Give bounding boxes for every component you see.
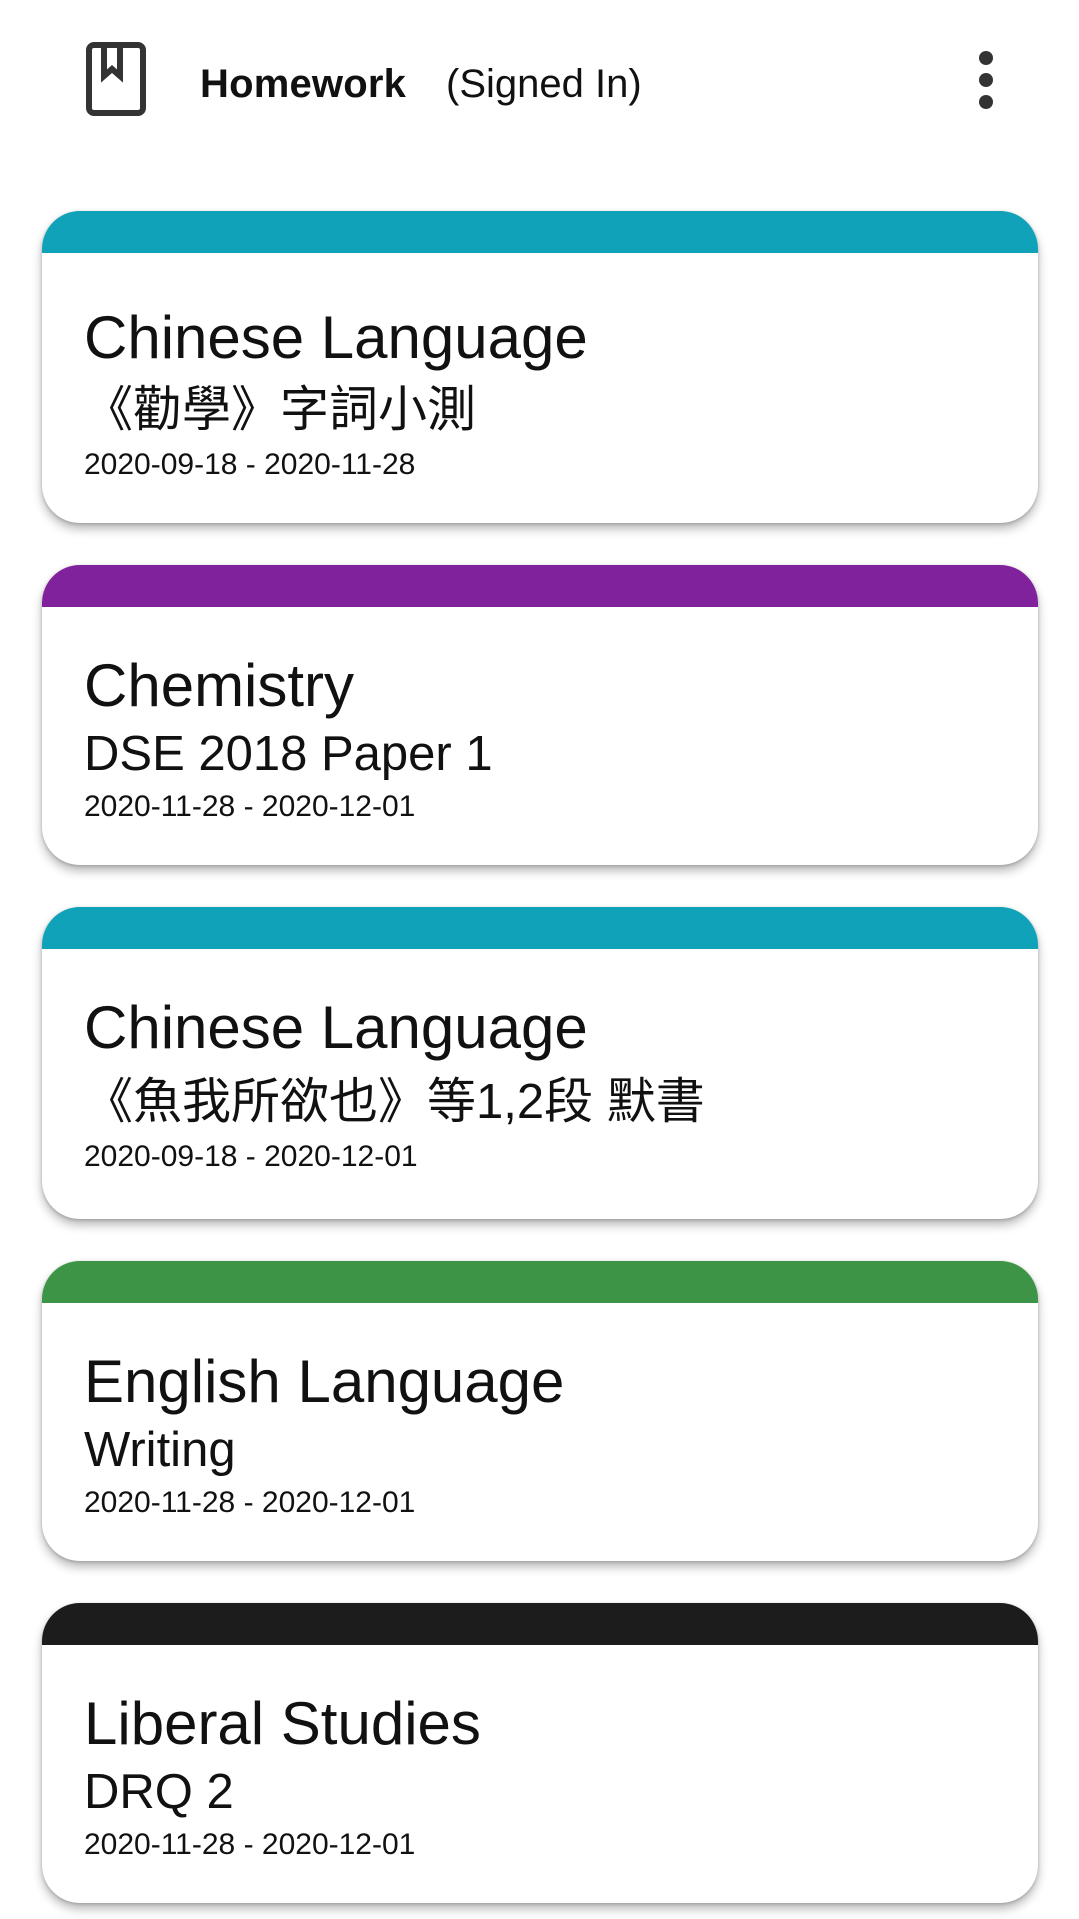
homework-card[interactable]: Chemistry DSE 2018 Paper 1 2020-11-28 - … [42,565,1038,865]
bookmark-book-icon [86,42,146,116]
homework-title: Writing [84,1423,236,1477]
homework-title: 《勸學》字詞小測 [84,383,477,437]
homework-title: 《魚我所欲也》等1,2段 默書 [84,1075,705,1129]
homework-dates: 2020-11-28 - 2020-12-01 [84,1486,416,1519]
homework-dates: 2020-09-18 - 2020-11-28 [84,448,416,481]
homework-subject: Liberal Studies [84,1690,481,1757]
subject-color-band [42,907,1038,949]
homework-card[interactable]: Liberal Studies DRQ 2 2020-11-28 - 2020-… [42,1603,1038,1903]
more-vert-icon[interactable] [962,44,1010,116]
subject-color-band [42,1603,1038,1645]
homework-subject: Chemistry [84,652,355,719]
subject-color-band [42,565,1038,607]
subject-color-band [42,211,1038,253]
homework-subject: Chinese Language [84,994,588,1061]
homework-card[interactable]: Chinese Language 《魚我所欲也》等1,2段 默書 2020-09… [42,907,1038,1219]
homework-dates: 2020-09-18 - 2020-12-01 [84,1140,418,1173]
homework-subject: Chinese Language [84,304,588,371]
sign-in-status: (Signed In) [446,62,642,106]
app-title: Homework [200,62,407,106]
homework-title: DSE 2018 Paper 1 [84,727,493,781]
homework-subject: English Language [84,1348,565,1415]
homework-card[interactable]: Chinese Language 《勸學》字詞小測 2020-09-18 - 2… [42,211,1038,523]
homework-dates: 2020-11-28 - 2020-12-01 [84,790,416,823]
homework-dates: 2020-11-28 - 2020-12-01 [84,1828,416,1861]
app-bar: Homework (Signed In) [0,0,1079,170]
homework-title: DRQ 2 [84,1765,234,1819]
homework-card[interactable]: English Language Writing 2020-11-28 - 20… [42,1261,1038,1561]
subject-color-band [42,1261,1038,1303]
